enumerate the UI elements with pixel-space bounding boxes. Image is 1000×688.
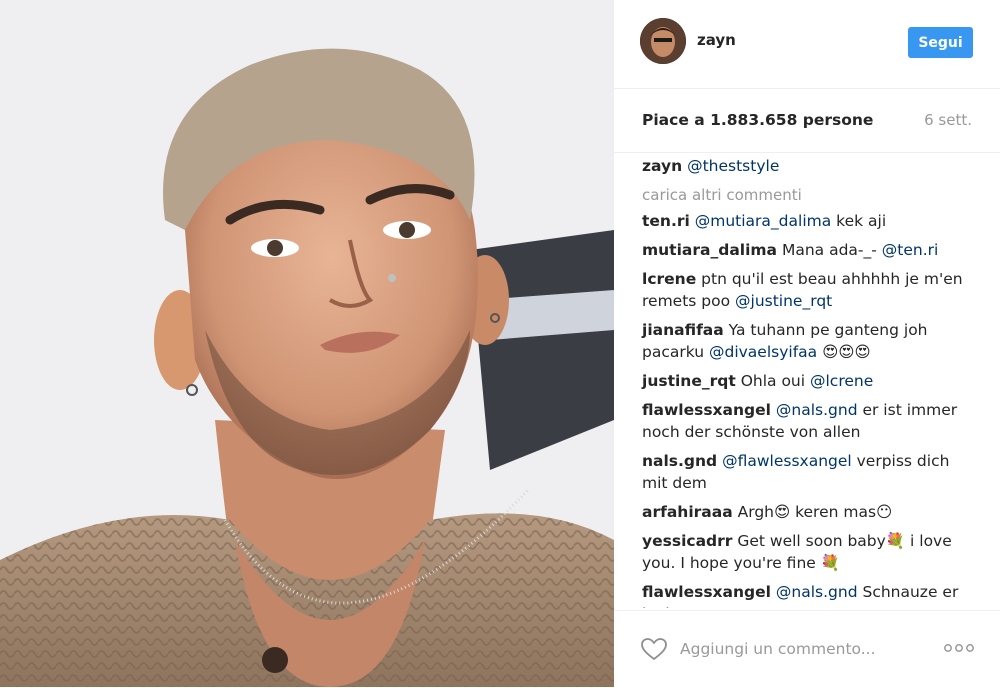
follow-button[interactable]: Segui bbox=[908, 27, 973, 58]
comment-mention[interactable]: @lcrene bbox=[810, 372, 873, 390]
comment-bar bbox=[614, 610, 1000, 688]
avatar-image bbox=[640, 18, 686, 64]
post-side-panel: zayn Segui Piace a 1.883.658 persone 6 s… bbox=[614, 0, 1000, 687]
comment-mention[interactable]: @flawlessxangel bbox=[722, 452, 852, 470]
add-comment-input[interactable] bbox=[680, 635, 940, 663]
comment-username[interactable]: ten.ri bbox=[642, 212, 690, 230]
comment-username[interactable]: lcrene bbox=[642, 270, 696, 288]
comment-text: kek aji bbox=[831, 212, 887, 230]
comment: jianafifaa Ya tuhann pe ganteng joh paca… bbox=[642, 319, 972, 363]
post-header: zayn Segui bbox=[614, 0, 1000, 89]
likes-count[interactable]: Piace a 1.883.658 persone bbox=[642, 111, 873, 129]
avatar[interactable] bbox=[640, 18, 686, 64]
comment: arfahiraaa Argh😍 keren mas😶 bbox=[642, 501, 972, 523]
more-options-icon[interactable] bbox=[943, 640, 975, 654]
comment: justine_rqt Ohla oui @lcrene bbox=[642, 370, 972, 392]
comment: yessicadrr Get well soon baby💐 i love yo… bbox=[642, 530, 972, 574]
comment-text: Argh😍 keren mas😶 bbox=[737, 503, 893, 521]
comment-username[interactable]: justine_rqt bbox=[642, 372, 736, 390]
comment-mention[interactable]: @nals.gnd bbox=[776, 401, 858, 419]
caption-mention[interactable]: @theststyle bbox=[687, 157, 779, 175]
post-photo[interactable] bbox=[0, 0, 614, 687]
likes-row: Piace a 1.883.658 persone 6 sett. bbox=[642, 111, 972, 129]
post-timestamp[interactable]: 6 sett. bbox=[924, 111, 972, 129]
comment-username[interactable]: jianafifaa bbox=[642, 321, 724, 339]
post-caption: zayn @theststyle bbox=[642, 155, 972, 177]
comment-mention[interactable]: @nals.gnd bbox=[776, 583, 858, 601]
comment-username[interactable]: yessicadrr bbox=[642, 532, 732, 550]
comment-text: Mana ada-_- bbox=[781, 241, 882, 259]
instagram-post: zayn Segui Piace a 1.883.658 persone 6 s… bbox=[0, 0, 1000, 687]
comment-username[interactable]: arfahiraaa bbox=[642, 503, 733, 521]
comment-mention[interactable]: @ten.ri bbox=[882, 241, 939, 259]
comment-username[interactable]: nals.gnd bbox=[642, 452, 717, 470]
comment: lcrene ptn qu'il est beau ahhhhh je m'en… bbox=[642, 268, 972, 312]
comments-list[interactable]: zayn @theststyle carica altri commenti t… bbox=[614, 152, 1000, 608]
heart-outline-icon[interactable] bbox=[640, 637, 668, 661]
comment: ten.ri @mutiara_dalima kek aji bbox=[642, 210, 972, 232]
comment-text: 😍😍😍 bbox=[817, 343, 871, 361]
comment-container: ten.ri @mutiara_dalima kek aji mutiara_da… bbox=[614, 210, 1000, 608]
load-more-comments-link[interactable]: carica altri commenti bbox=[642, 184, 1000, 206]
post-author-username[interactable]: zayn bbox=[697, 31, 736, 49]
comment: mutiara_dalima Mana ada-_- @ten.ri bbox=[642, 239, 972, 261]
comment-username[interactable]: flawlessxangel bbox=[642, 401, 771, 419]
comment: flawlessxangel @nals.gnd Schnauze er ist… bbox=[642, 581, 972, 608]
comment: nals.gnd @flawlessxangel verpiss dich mi… bbox=[642, 450, 972, 494]
comment-mention[interactable]: @mutiara_dalima bbox=[695, 212, 831, 230]
comment-text: Ohla oui bbox=[740, 372, 810, 390]
comment-username[interactable]: mutiara_dalima bbox=[642, 241, 777, 259]
comment-mention[interactable]: @divaelsyifaa bbox=[709, 343, 817, 361]
comment-username[interactable]: flawlessxangel bbox=[642, 583, 771, 601]
caption-username[interactable]: zayn bbox=[642, 157, 682, 175]
comment-mention[interactable]: @justine_rqt bbox=[735, 292, 832, 310]
comment: flawlessxangel @nals.gnd er ist immer no… bbox=[642, 399, 972, 443]
portrait-illustration bbox=[0, 0, 614, 687]
